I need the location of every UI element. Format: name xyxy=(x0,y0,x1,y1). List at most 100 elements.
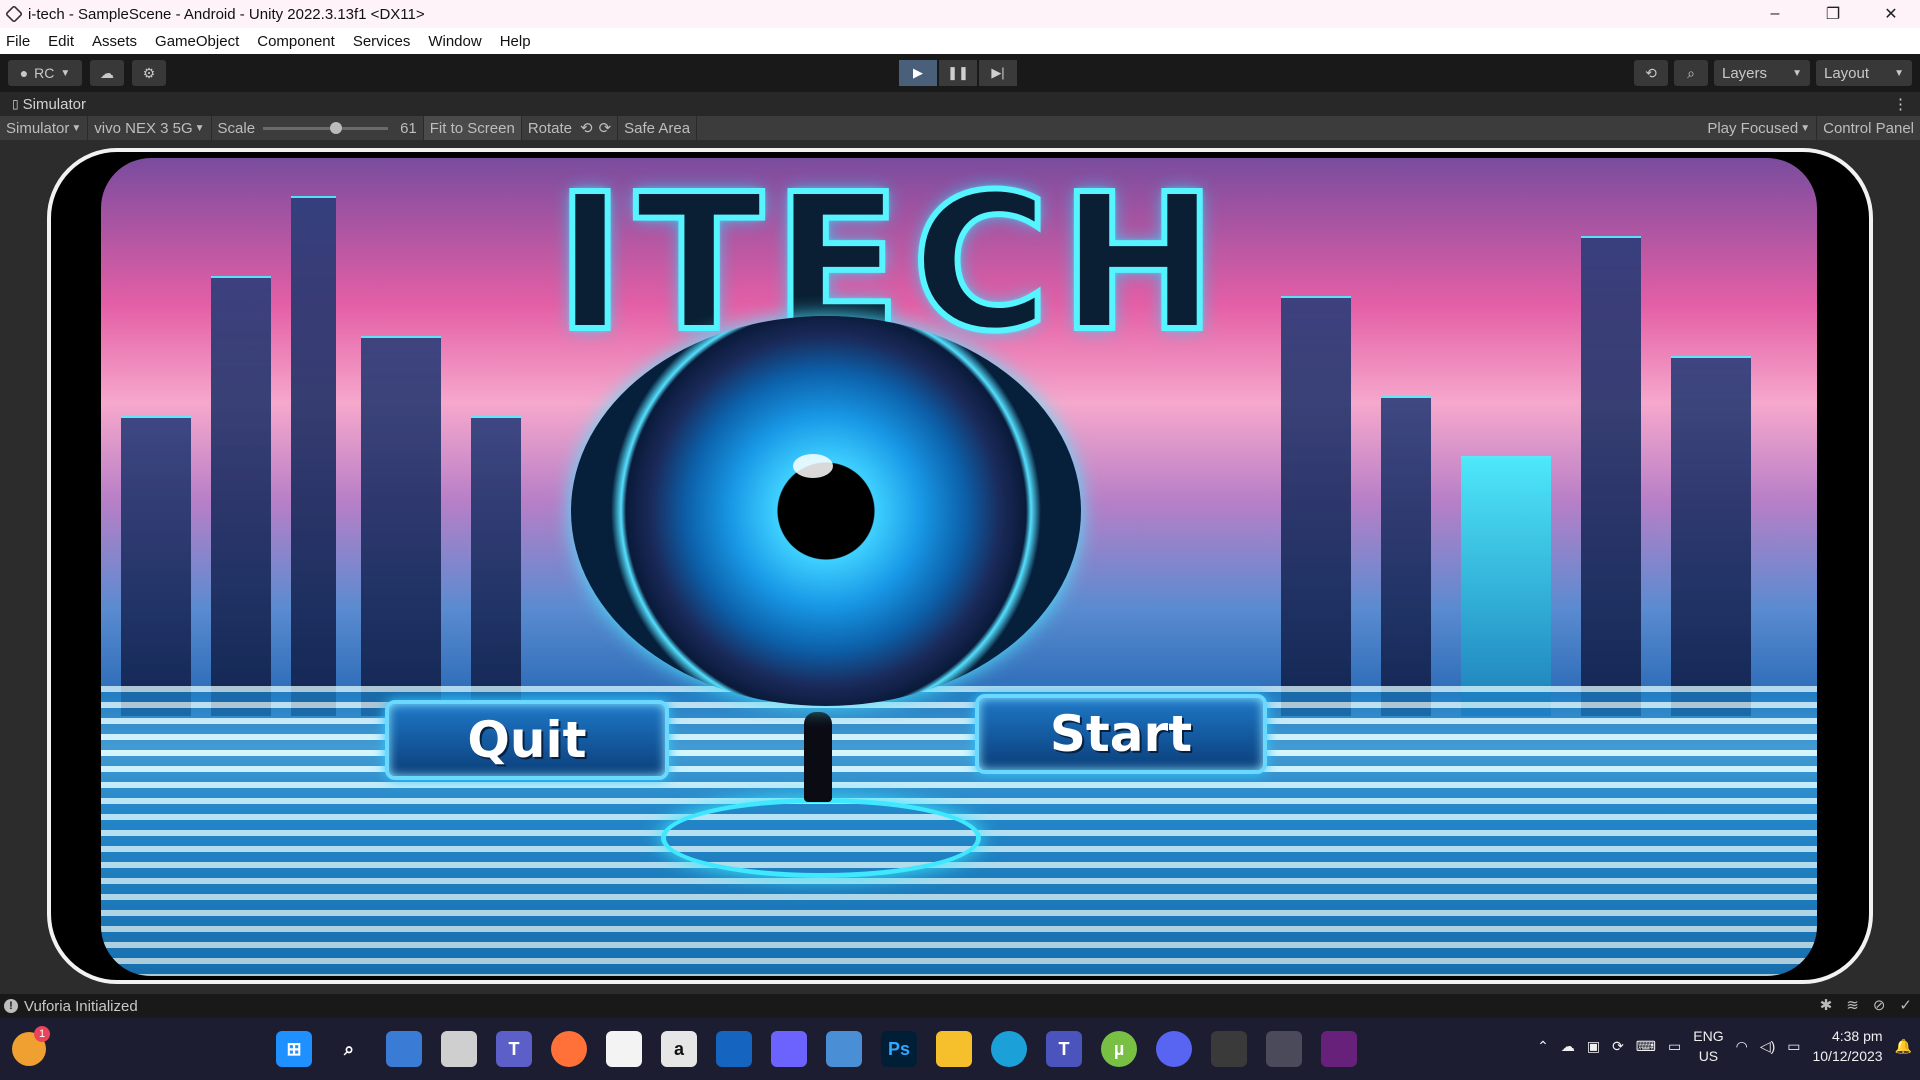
rotate-right-icon[interactable]: ⟳ xyxy=(599,119,612,137)
account-icon: ● xyxy=(19,65,29,81)
simulator-toolbar: Simulator ▼ vivo NEX 3 5G ▼ Scale 61 Fit… xyxy=(0,116,1920,140)
weather-widget[interactable]: 1 xyxy=(12,1026,50,1066)
skyline-building xyxy=(211,276,271,716)
clock-time: 4:38 pm xyxy=(1831,1028,1883,1044)
menu-window[interactable]: Window xyxy=(428,33,481,50)
lang-top: ENG xyxy=(1693,1028,1724,1044)
rotate-left-icon[interactable]: ⟲ xyxy=(580,119,593,137)
menu-edit[interactable]: Edit xyxy=(48,33,74,50)
window-titlebar: i-tech - SampleScene - Android - Unity 2… xyxy=(0,0,1920,28)
scale-slider-knob[interactable] xyxy=(330,121,343,134)
control-panel-button[interactable]: Control Panel xyxy=(1817,116,1920,140)
history-button[interactable]: ⟲ xyxy=(1634,60,1668,86)
unity-hub-icon[interactable] xyxy=(1211,1031,1247,1067)
visual-studio-icon[interactable] xyxy=(1321,1031,1357,1067)
safe-area-toggle[interactable]: Safe Area xyxy=(618,116,698,140)
tab-simulator[interactable]: Simulator xyxy=(23,96,86,113)
debug-icon[interactable]: ✱ xyxy=(1820,996,1833,1014)
simulator-mode-dropdown[interactable]: Simulator ▼ xyxy=(0,116,89,140)
cloud-button[interactable]: ☁ xyxy=(90,60,124,86)
firefox-icon[interactable] xyxy=(551,1031,587,1067)
windows-start-icon[interactable]: ⊞ xyxy=(276,1031,312,1067)
microsoft-store-icon[interactable] xyxy=(606,1031,642,1067)
edge-icon[interactable] xyxy=(991,1031,1027,1067)
amazon-icon[interactable]: a xyxy=(661,1031,697,1067)
teams-icon[interactable]: T xyxy=(496,1031,532,1067)
window-title: i-tech - SampleScene - Android - Unity 2… xyxy=(28,5,425,23)
clock-date: 10/12/2023 xyxy=(1812,1048,1883,1064)
close-button[interactable]: ✕ xyxy=(1862,0,1920,28)
step-button[interactable]: ▶| xyxy=(979,60,1017,86)
settings-icon: ⚙ xyxy=(142,64,156,81)
volume-icon[interactable]: ◁) xyxy=(1760,1038,1775,1055)
menu-assets[interactable]: Assets xyxy=(92,33,137,50)
info-icon: ! xyxy=(4,999,18,1013)
wifi-icon[interactable]: ◠ xyxy=(1736,1038,1748,1055)
layers-stack-icon[interactable]: ≋ xyxy=(1846,996,1859,1014)
play-focused-dropdown[interactable]: Play Focused ▼ xyxy=(1701,116,1818,140)
main-toolbar: ● RC ▼ ☁ ⚙ ▶ ❚❚ ▶| ⟲ ⌕ Layers ▼ Layout ▼ xyxy=(0,54,1920,92)
pause-button[interactable]: ❚❚ xyxy=(939,60,977,86)
tablet-icon[interactable]: ▭ xyxy=(1668,1038,1681,1055)
network-icon[interactable]: ⊘ xyxy=(1873,996,1886,1014)
status-bar: ! Vuforia Initialized ✱ ≋ ⊘ ✓ xyxy=(0,994,1920,1018)
skyline-building xyxy=(471,416,521,716)
game-screen[interactable]: ITECH Quit Start xyxy=(101,158,1817,976)
taskbar-apps: ⊞ ⌕ T a Ps T µ xyxy=(276,1031,1357,1067)
menu-bar: File Edit Assets GameObject Component Se… xyxy=(0,28,1920,54)
chevron-down-icon: ▼ xyxy=(1792,67,1802,79)
keyboard-icon[interactable]: ⌨ xyxy=(1636,1038,1656,1055)
file-app-icon[interactable] xyxy=(826,1031,862,1067)
menu-file[interactable]: File xyxy=(6,33,30,50)
check-icon[interactable]: ✓ xyxy=(1899,996,1912,1014)
layout-label: Layout xyxy=(1824,64,1870,82)
clock[interactable]: 4:38 pm 10/12/2023 xyxy=(1812,1026,1882,1066)
play-button[interactable]: ▶ xyxy=(899,60,937,86)
search-button[interactable]: ⌕ xyxy=(1674,60,1708,86)
fit-to-screen-button[interactable]: Fit to Screen xyxy=(423,116,522,140)
device-dropdown[interactable]: vivo NEX 3 5G ▼ xyxy=(88,116,212,140)
menu-component[interactable]: Component xyxy=(257,33,335,50)
utorrent-icon[interactable]: µ xyxy=(1101,1031,1137,1067)
layers-dropdown[interactable]: Layers ▼ xyxy=(1714,60,1810,86)
photoshop-icon[interactable]: Ps xyxy=(881,1031,917,1067)
language-indicator[interactable]: ENG US xyxy=(1693,1026,1723,1066)
quit-button[interactable]: Quit xyxy=(385,700,669,780)
widgets-icon[interactable] xyxy=(386,1031,422,1067)
simulator-tab-bar: ▯ Simulator ⋮ xyxy=(0,92,1920,116)
pause-icon: ❚❚ xyxy=(947,65,969,80)
onedrive-icon[interactable]: ☁ xyxy=(1561,1038,1575,1055)
play-icon: ▶ xyxy=(913,65,923,80)
search-icon[interactable]: ⌕ xyxy=(331,1031,367,1067)
chevron-up-icon[interactable]: ⌃ xyxy=(1537,1038,1549,1055)
layers-label: Layers xyxy=(1722,64,1768,82)
menu-gameobject[interactable]: GameObject xyxy=(155,33,239,50)
unity-editor-icon[interactable] xyxy=(1266,1031,1302,1067)
menu-help[interactable]: Help xyxy=(500,33,531,50)
safe-area-label: Safe Area xyxy=(624,119,691,137)
file-explorer-icon[interactable] xyxy=(936,1031,972,1067)
power-automate-icon[interactable] xyxy=(771,1031,807,1067)
layout-dropdown[interactable]: Layout ▼ xyxy=(1816,60,1912,86)
skyline-building xyxy=(361,336,441,716)
menu-services[interactable]: Services xyxy=(353,33,411,50)
silhouette-figure xyxy=(804,712,832,802)
windows-app-icon[interactable] xyxy=(716,1031,752,1067)
sync-icon[interactable]: ⟳ xyxy=(1612,1038,1624,1055)
battery-icon[interactable]: ▭ xyxy=(1787,1038,1800,1055)
start-button[interactable]: Start xyxy=(975,694,1267,774)
collab-button[interactable]: ⚙ xyxy=(132,60,166,86)
discord-icon[interactable] xyxy=(1156,1031,1192,1067)
lang-bottom: US xyxy=(1698,1048,1719,1064)
task-view-icon[interactable] xyxy=(441,1031,477,1067)
notification-bell-icon[interactable]: 🔔 xyxy=(1895,1038,1912,1055)
history-icon: ⟲ xyxy=(1645,64,1657,81)
account-dropdown[interactable]: ● RC ▼ xyxy=(8,60,82,86)
more-options-icon[interactable]: ⋮ xyxy=(1893,95,1908,113)
teams-classic-icon[interactable]: T xyxy=(1046,1031,1082,1067)
restore-button[interactable]: ❐ xyxy=(1804,0,1862,28)
tray-app-icon[interactable]: ▣ xyxy=(1587,1038,1600,1055)
scale-slider[interactable] xyxy=(263,121,389,134)
status-message[interactable]: Vuforia Initialized xyxy=(24,998,138,1015)
minimize-button[interactable]: – xyxy=(1746,0,1804,28)
